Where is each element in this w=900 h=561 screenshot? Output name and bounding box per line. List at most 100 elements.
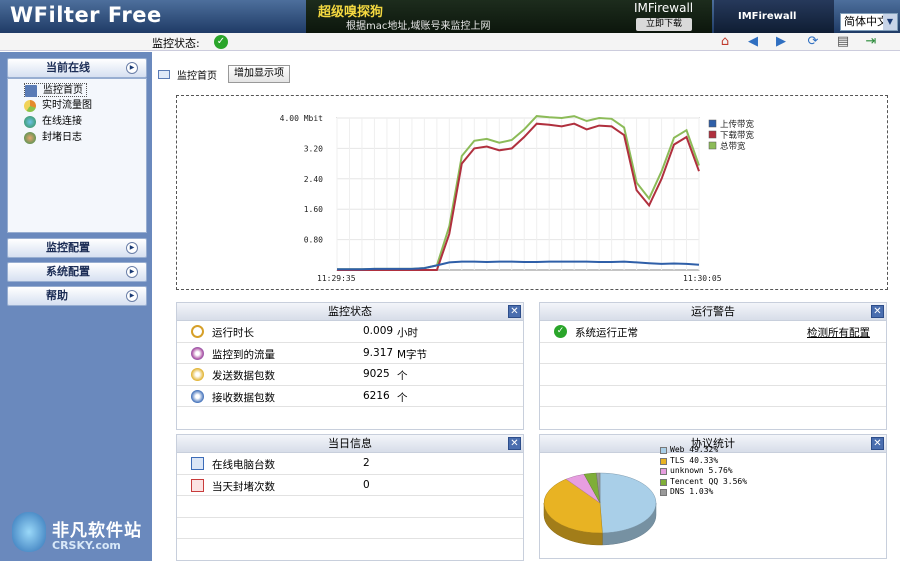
status-row-value: 0.009 [363, 325, 394, 337]
check-all-config-link[interactable]: 检测所有配置 [807, 325, 870, 340]
monitor-status-label: 监控状态: [152, 37, 200, 50]
sidebar-item-block-log[interactable]: 封堵日志 [24, 131, 82, 145]
protocol-legend-item: Tencent QQ 3.56% [660, 477, 747, 488]
daily-row-empty [177, 496, 523, 518]
protocol-legend-item: Web 49.32% [660, 445, 747, 456]
app-header: WFilter Free 超级嗅探狗 根据mac地址,域账号来监控上网 IMFi… [0, 0, 900, 33]
alert-row-empty [540, 407, 886, 429]
globe-icon [24, 116, 36, 128]
legend-label: 下载带宽 [720, 130, 755, 141]
banner-brand: IMFirewall [634, 1, 694, 15]
imfirewall-banner[interactable]: IMFirewall [714, 0, 834, 33]
daily-row-label: 当天封堵次数 [212, 480, 275, 493]
back-icon[interactable]: ◀ [744, 34, 762, 50]
sidebar-nav-panel: 监控首页 实时流量图 在线连接 封堵日志 [7, 78, 147, 233]
status-row-label: 监控到的流量 [212, 348, 275, 361]
chart-icon [24, 100, 36, 112]
daily-row-value: 0 [363, 478, 370, 491]
alert-row-empty [540, 343, 886, 364]
sidebar-section-online[interactable]: 当前在线 ▶ [7, 58, 147, 78]
y-tick-label: 1.60 [304, 205, 323, 214]
tab-monitor-home[interactable]: 监控首页 [177, 67, 217, 82]
forward-icon[interactable]: ▶ [772, 34, 790, 50]
print-icon[interactable]: ▤ [834, 34, 852, 50]
monitor-status-panel: 监控状态 ✕ 运行时长 0.009 小时 监控到的流量 9.317 M字节 发送… [176, 302, 524, 430]
legend-swatch [660, 478, 667, 486]
protocol-legend: Web 49.32% TLS 40.33% unknown 5.76% Tencent… [660, 445, 747, 498]
exit-icon[interactable]: ⇥ [862, 34, 880, 50]
watermark-logo-icon [12, 512, 46, 552]
y-tick-label: 2.40 [304, 175, 323, 184]
legend-label: 上传带宽 [720, 119, 755, 130]
alert-row-label: 系统运行正常 [575, 327, 638, 339]
traffic-icon [191, 346, 204, 360]
chevron-right-icon[interactable]: ▶ [126, 290, 138, 302]
app-title: WFilter Free [10, 3, 162, 27]
close-icon[interactable]: ✕ [508, 305, 521, 318]
sidebar-section-system-config[interactable]: 系统配置 ▶ [7, 262, 147, 282]
sidebar: 当前在线 ▶ 监控首页 实时流量图 在线连接 封堵日志 监控配置 ▶ 系统配置 … [0, 52, 152, 561]
protocol-legend-label: TLS 40.33% [670, 455, 719, 465]
status-row: 发送数据包数 9025 个 [177, 364, 523, 386]
y-tick-label: 4.00 Mbit [280, 114, 324, 123]
y-tick-label: 3.20 [304, 144, 323, 153]
x-tick-label: 11:29:35 [317, 274, 356, 283]
legend-swatch [660, 447, 667, 454]
protocol-legend-item: TLS 40.33% [660, 456, 747, 467]
send-packet-icon [191, 368, 204, 381]
y-tick-label: 0.80 [304, 236, 323, 245]
refresh-icon[interactable]: ⟳ [804, 34, 822, 50]
close-icon[interactable]: ✕ [508, 437, 521, 450]
protocol-stats-panel: 协议统计 ✕ Web 49.32% TLS 40.33% unknown 5.76%… [539, 434, 887, 559]
legend-swatch [660, 489, 667, 496]
sidebar-item-label: 监控首页 [43, 85, 83, 96]
sidebar-section-help[interactable]: 帮助 ▶ [7, 286, 147, 306]
home-icon[interactable]: ⌂ [716, 34, 734, 50]
daily-row-value: 2 [363, 457, 370, 469]
status-row: 运行时长 0.009 小时 [177, 321, 523, 343]
protocol-legend-item: DNS 1.03% [660, 487, 747, 498]
protocol-legend-label: DNS 1.03% [670, 487, 714, 496]
status-row-unit: 个 [397, 370, 408, 382]
status-row-label: 运行时长 [212, 327, 254, 339]
alert-row: ✓ 系统运行正常 检测所有配置 [540, 321, 886, 343]
sidebar-item-online-connections[interactable]: 在线连接 [24, 115, 82, 129]
daily-row: 当天封堵次数 0 [177, 475, 523, 496]
close-icon[interactable]: ✕ [871, 305, 884, 318]
language-select-value: 简体中文 [844, 15, 888, 28]
language-select[interactable]: 简体中文 ▼ [840, 13, 898, 31]
daily-row: 在线电脑台数 2 [177, 453, 523, 475]
chevron-right-icon[interactable]: ▶ [126, 62, 138, 74]
panel-title: 监控状态 [328, 305, 372, 318]
traffic-chart-svg: 0.80 1.60 2.40 3.20 4.00 Mbit 11:29:35 11:30:0… [280, 114, 755, 283]
monitor-icon [158, 70, 170, 79]
protocol-legend-item: unknown 5.76% [660, 466, 747, 477]
protocol-legend-label: Web 49.32% [670, 445, 719, 454]
ad-banner[interactable]: 超级嗅探狗 根据mac地址,域账号来监控上网 IMFirewall 立即下载 [306, 0, 712, 33]
daily-row-empty [177, 518, 523, 539]
imfirewall-banner-label: IMFirewall [738, 11, 797, 22]
banner-subline: 根据mac地址,域账号来监控上网 [346, 21, 491, 32]
sidebar-item-monitor-home[interactable]: 监控首页 [24, 83, 87, 97]
chevron-right-icon[interactable]: ▶ [126, 242, 138, 254]
legend-label: 总带宽 [720, 141, 746, 152]
status-row-label: 接收数据包数 [212, 391, 275, 404]
status-row-value: 9025 [363, 368, 390, 380]
add-display-item-button[interactable]: 增加显示项 [228, 65, 290, 83]
status-row-empty [177, 407, 523, 429]
alert-row-empty [540, 364, 886, 386]
chevron-down-icon[interactable]: ▼ [883, 14, 897, 30]
status-row-label: 发送数据包数 [212, 370, 275, 382]
watermark-site: CRSKY.com [52, 539, 121, 552]
sidebar-item-realtime-traffic[interactable]: 实时流量图 [24, 99, 92, 113]
banner-download-button[interactable]: 立即下载 [636, 18, 692, 31]
sidebar-section-monitor-config[interactable]: 监控配置 ▶ [7, 238, 147, 258]
traffic-chart: 0.80 1.60 2.40 3.20 4.00 Mbit 11:29:35 11:30:0… [176, 95, 888, 290]
sidebar-section-label: 当前在线 [46, 61, 90, 74]
close-icon[interactable]: ✕ [871, 437, 884, 450]
clock-icon [191, 325, 204, 338]
watermark-name: 非凡软件站 [52, 521, 142, 541]
block-count-icon [191, 478, 204, 492]
alerts-panel: 运行警告 ✕ ✓ 系统运行正常 检测所有配置 [539, 302, 887, 430]
chevron-right-icon[interactable]: ▶ [126, 266, 138, 278]
